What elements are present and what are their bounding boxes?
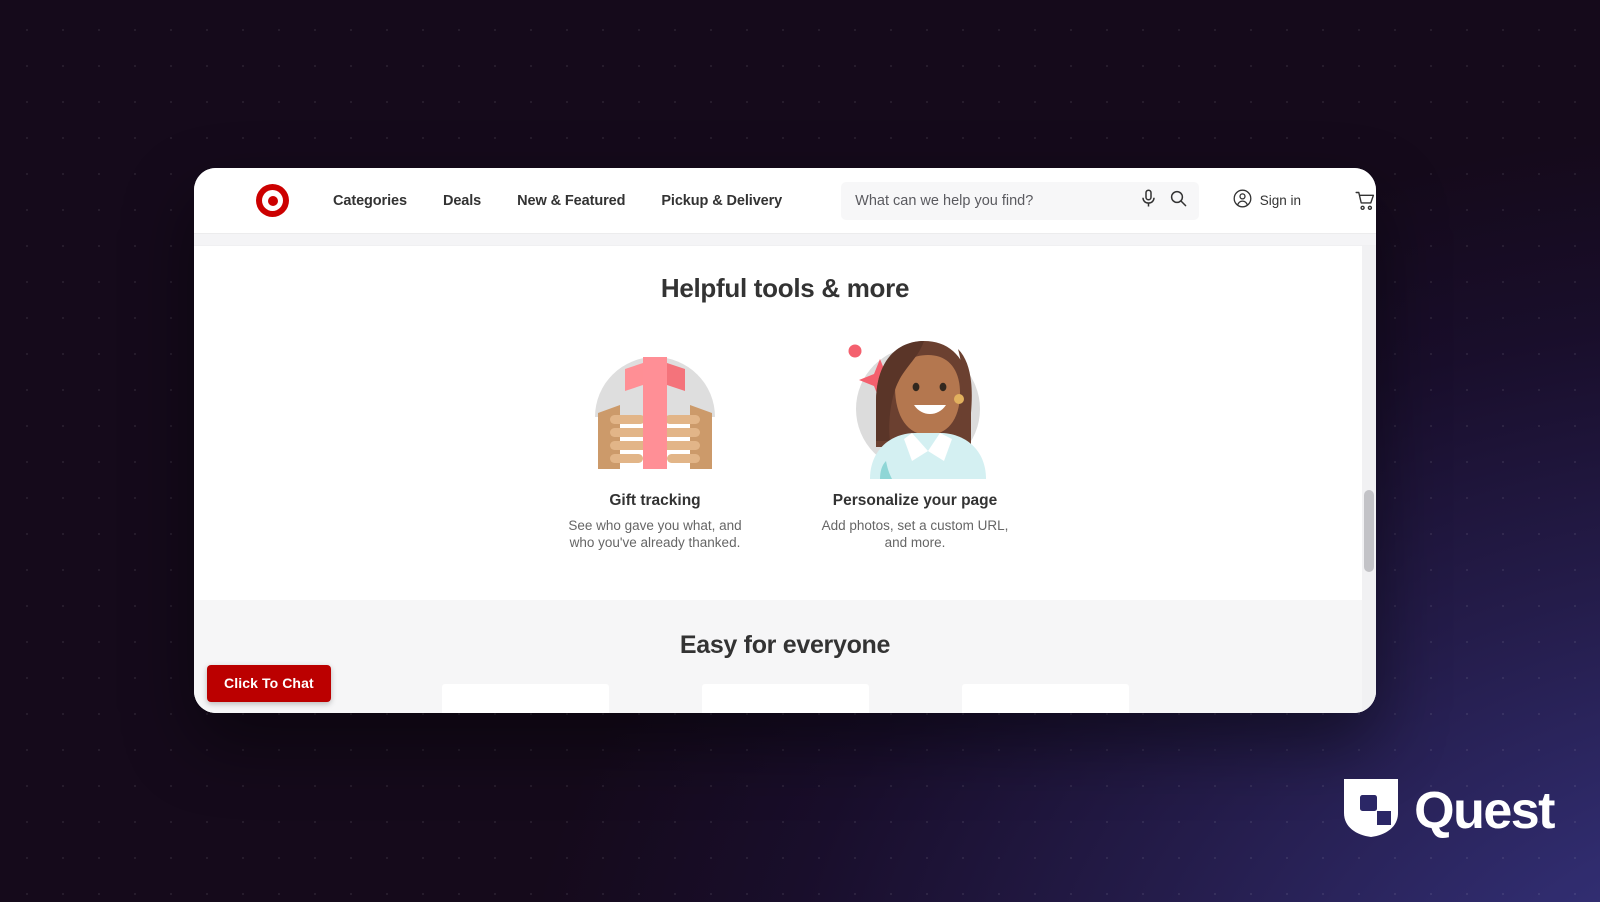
tool-card-title: Gift tracking (609, 492, 701, 509)
quest-watermark: Quest (1342, 777, 1555, 844)
search-bar[interactable] (841, 181, 1199, 220)
magnifier-icon[interactable] (1170, 190, 1187, 212)
click-to-chat-button[interactable]: Click To Chat (207, 665, 331, 702)
site-header: Categories Deals New & Featured Pickup &… (194, 168, 1376, 233)
main-navigation: Categories Deals New & Featured Pickup &… (315, 185, 800, 217)
helpful-tools-title: Helpful tools & more (660, 273, 910, 303)
page-content: Helpful tools & more Gift tracking See w… (194, 246, 1376, 713)
bullseye-center-dot (267, 195, 278, 206)
nav-item-new-and-featured[interactable]: New & Featured (499, 185, 643, 217)
easy-card[interactable] (961, 684, 1129, 713)
nav-item-pickup-and-delivery[interactable]: Pickup & Delivery (643, 185, 800, 217)
easy-card-row (194, 684, 1376, 713)
header-account-area: Sign in (1233, 189, 1376, 213)
vertical-scrollbar-track[interactable] (1362, 246, 1376, 713)
target-bullseye-logo[interactable] (256, 184, 289, 217)
gift-with-hands-illustration (580, 329, 730, 479)
screenshot-stage: Categories Deals New & Featured Pickup &… (0, 0, 1600, 902)
browser-window: Categories Deals New & Featured Pickup &… (194, 168, 1376, 713)
sign-in-label[interactable]: Sign in (1260, 193, 1301, 208)
tool-card-description: See who gave you what, and who you've al… (568, 518, 742, 550)
nav-item-deals[interactable]: Deals (425, 185, 499, 217)
easy-card[interactable] (701, 684, 869, 713)
easy-for-everyone-section: Easy for everyone (194, 600, 1376, 713)
tool-card-description: Add photos, set a custom URL, and more. (821, 518, 1009, 550)
easy-for-everyone-title: Easy for everyone (679, 631, 891, 659)
bullseye-white-ring (262, 190, 283, 211)
vertical-scrollbar-thumb[interactable] (1364, 490, 1374, 572)
tools-card-row: Gift tracking See who gave you what, and… (194, 329, 1376, 552)
microphone-icon[interactable] (1141, 188, 1156, 213)
quest-shield-logo-icon (1342, 777, 1400, 844)
tool-card-title: Personalize your page (832, 492, 998, 509)
search-bar-icons (1141, 188, 1187, 213)
nav-item-categories[interactable]: Categories (315, 185, 425, 217)
header-sub-bar (194, 233, 1376, 246)
shopping-cart-icon[interactable] (1355, 191, 1376, 211)
helpful-tools-section: Helpful tools & more Gift tracking See w… (194, 246, 1376, 600)
smiling-person-avatar-illustration (840, 329, 990, 479)
quest-wordmark: Quest (1414, 781, 1555, 840)
user-circle-icon[interactable] (1233, 189, 1252, 213)
tool-card-gift-tracking[interactable]: Gift tracking See who gave you what, and… (544, 329, 766, 552)
tool-card-personalize-your-page[interactable]: Personalize your page Add photos, set a … (804, 329, 1026, 552)
easy-card[interactable] (441, 684, 609, 713)
